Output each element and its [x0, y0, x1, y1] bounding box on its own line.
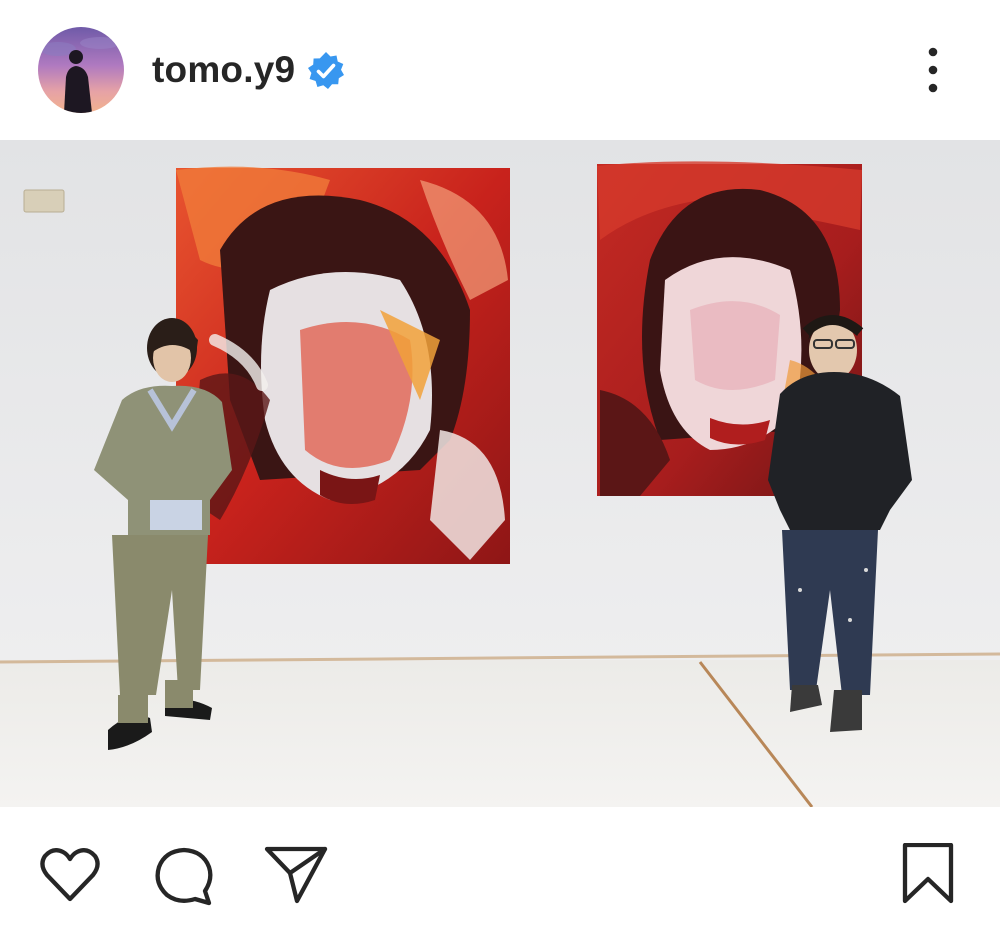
post-header: tomo.y9: [0, 0, 1000, 140]
username[interactable]: tomo.y9: [152, 50, 295, 90]
verified-badge-icon: [306, 51, 346, 91]
instagram-post: tomo.y9: [0, 0, 1000, 935]
bookmark-icon[interactable]: [895, 843, 961, 909]
heart-icon[interactable]: [37, 843, 103, 909]
avatar[interactable]: [38, 27, 124, 113]
comment-icon[interactable]: [151, 843, 217, 909]
painting-left: [176, 166, 510, 564]
send-icon[interactable]: [263, 843, 329, 909]
action-bar: [0, 807, 1000, 935]
more-options-icon[interactable]: [915, 44, 951, 96]
post-photo[interactable]: [0, 140, 1000, 807]
